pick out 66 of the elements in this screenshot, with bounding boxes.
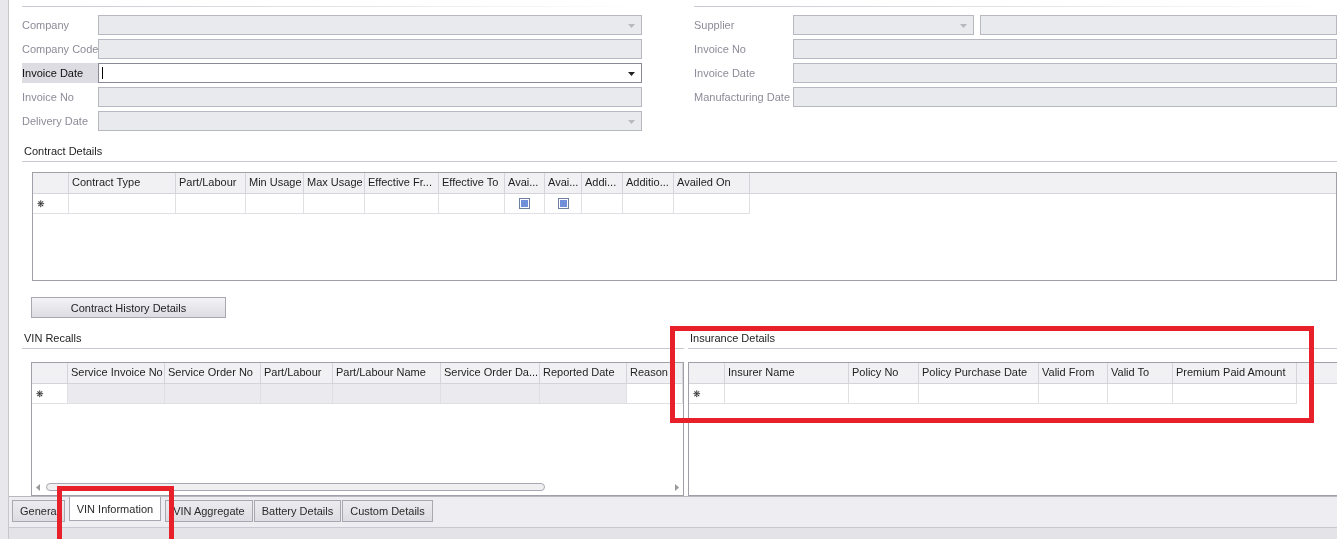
table-cell[interactable] xyxy=(365,194,439,214)
field-label: Supplier xyxy=(694,18,736,33)
section-title: Contract Details xyxy=(24,144,104,158)
table-cell[interactable] xyxy=(582,194,623,214)
field-label: Invoice No xyxy=(22,90,75,105)
field-label: Manufacturing Date xyxy=(694,90,791,105)
table-cell[interactable] xyxy=(176,194,246,214)
checkbox[interactable] xyxy=(519,198,530,209)
column-header[interactable]: Part/Labour xyxy=(176,173,246,193)
column-header[interactable]: Insurer Name xyxy=(725,363,849,383)
field-label: Delivery Date xyxy=(22,114,90,129)
column-header[interactable]: Additio... xyxy=(623,173,674,193)
column-header[interactable]: Reason xyxy=(627,363,683,383)
column-header[interactable]: Max Usage xyxy=(304,173,365,193)
table-cell[interactable] xyxy=(725,384,849,404)
contract-history-button[interactable]: Contract History Details xyxy=(31,297,226,318)
column-header[interactable]: Avai... xyxy=(545,173,582,193)
column-header[interactable]: Part/Labour Name xyxy=(333,363,441,383)
checkbox[interactable] xyxy=(557,198,569,209)
input-field[interactable] xyxy=(980,15,1337,35)
column-header[interactable]: Availed On xyxy=(674,173,750,193)
table-cell[interactable] xyxy=(304,194,365,214)
table-cell[interactable] xyxy=(627,384,683,404)
tab[interactable]: Genera xyxy=(12,500,65,522)
column-header[interactable]: Avai... xyxy=(505,173,545,193)
table-cell[interactable] xyxy=(849,384,919,404)
column-header[interactable]: Valid To xyxy=(1108,363,1173,383)
column-header[interactable]: Valid From xyxy=(1039,363,1108,383)
field-label: Invoice No xyxy=(694,42,747,57)
column-header[interactable]: Addi... xyxy=(582,173,623,193)
scroll-left-icon[interactable] xyxy=(36,483,40,491)
dropdown-arrow-icon[interactable] xyxy=(628,72,635,76)
column-header[interactable]: Policy Purchase Date xyxy=(919,363,1039,383)
table-cell[interactable] xyxy=(919,384,1039,404)
column-header[interactable]: Policy No xyxy=(849,363,919,383)
tab[interactable]: VIN Aggregate xyxy=(165,500,253,522)
column-header[interactable]: Effective To xyxy=(439,173,505,193)
table-cell[interactable] xyxy=(623,194,674,214)
column-header[interactable]: Min Usage xyxy=(246,173,304,193)
column-header[interactable]: Service Order No xyxy=(165,363,261,383)
column-header[interactable]: Contract Type xyxy=(69,173,176,193)
scrollbar-thumb[interactable] xyxy=(46,483,545,491)
table-cell[interactable] xyxy=(674,194,750,214)
table-cell[interactable] xyxy=(246,194,304,214)
column-header[interactable]: Service Invoice No xyxy=(68,363,165,383)
table-cell[interactable] xyxy=(69,194,176,214)
column-header[interactable]: Part/Labour xyxy=(261,363,333,383)
scroll-right-icon[interactable] xyxy=(675,483,679,491)
field-label: Company Code xyxy=(22,42,98,57)
tab[interactable]: Battery Details xyxy=(253,500,342,522)
table-cell[interactable] xyxy=(1039,384,1108,404)
field-label: Company xyxy=(22,18,71,33)
table-cell[interactable] xyxy=(439,194,505,214)
section-title: VIN Recalls xyxy=(24,331,83,345)
column-header[interactable]: Effective Fr... xyxy=(365,173,439,193)
tab[interactable]: VIN Information xyxy=(68,497,162,521)
section-title: Insurance Details xyxy=(690,331,776,345)
column-header[interactable]: Premium Paid Amount xyxy=(1173,363,1297,383)
field-label: Invoice Date xyxy=(22,63,98,83)
column-header[interactable]: Reported Date xyxy=(540,363,627,383)
dropdown-field[interactable] xyxy=(98,63,642,83)
field-label: Invoice Date xyxy=(694,66,757,81)
table-cell[interactable] xyxy=(1173,384,1297,404)
tab[interactable]: Custom Details xyxy=(342,500,433,522)
column-header[interactable]: Service Order Da... xyxy=(441,363,540,383)
table-cell[interactable] xyxy=(1108,384,1173,404)
